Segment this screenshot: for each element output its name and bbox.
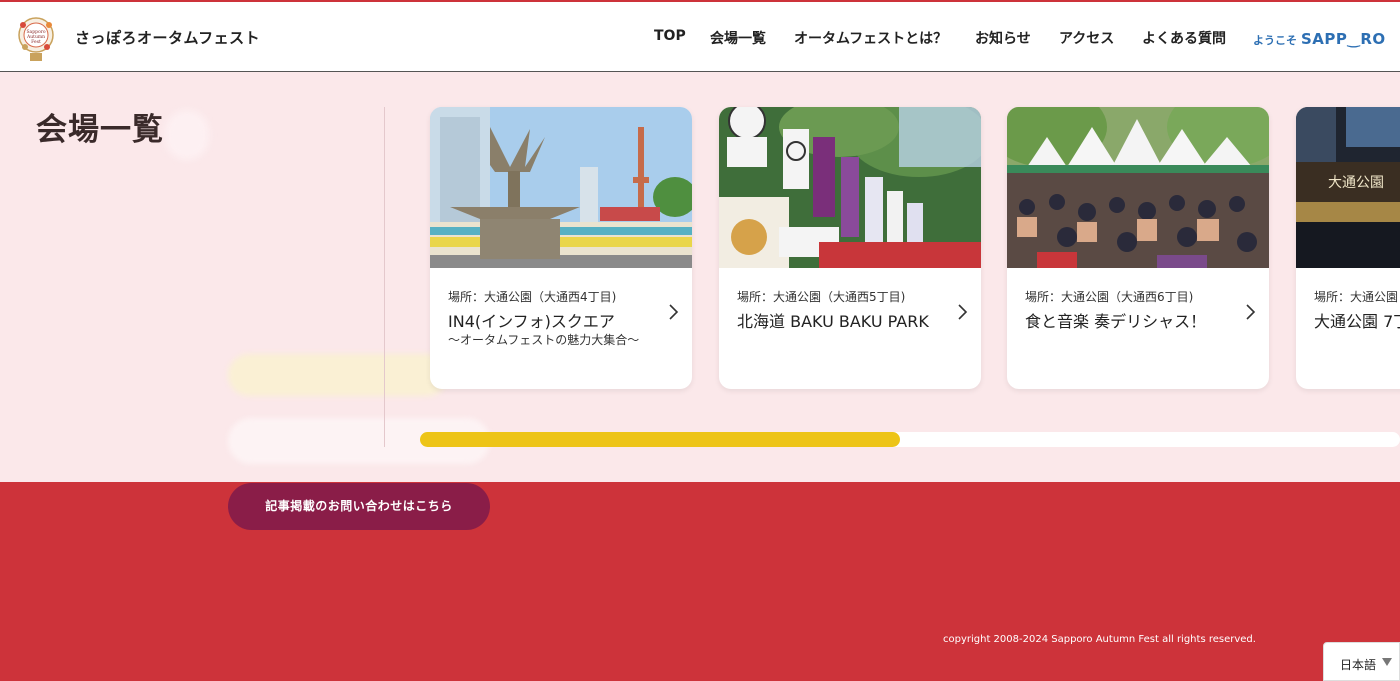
venue-photo-odori-6chome	[1007, 107, 1269, 268]
article-contact-button[interactable]: 記事掲載のお問い合わせはこちら	[228, 483, 490, 530]
venue-list-section: 会場一覧 場所：大通公園（大通西4丁目) IN4(インフォ)スクエア 〜オータム…	[0, 72, 1400, 482]
venue-photo-odori-7chome: 大通公園	[1296, 107, 1400, 268]
chevron-right-icon	[958, 304, 968, 320]
dropdown-arrow-icon	[1382, 658, 1392, 666]
venue-name: 北海道 BAKU BAKU PARK	[737, 312, 929, 331]
nav-item-about[interactable]: オータムフェストとは？	[794, 28, 947, 48]
nav-item-news[interactable]: お知らせ	[975, 28, 1031, 48]
venue-location: 場所：大通公園（大通西4丁目)	[448, 290, 617, 304]
venue-card[interactable]: 場所：大通公園（大通西6丁目) 食と音楽 奏デリシャス！	[1007, 107, 1269, 389]
chevron-right-icon	[1246, 304, 1256, 320]
main-nav: TOP 会場一覧 オータムフェストとは？ お知らせ アクセス よくある質問 よう…	[0, 28, 1400, 50]
welcome-prefix: ようこそ	[1253, 34, 1297, 47]
venue-location: 場所：大通公園	[1314, 290, 1399, 304]
carousel-scrollbar-thumb[interactable]	[420, 432, 900, 447]
venue-location: 場所：大通公園（大通西6丁目)	[1025, 290, 1194, 304]
sapporo-brand-logo: SAPP‿RO	[1301, 30, 1386, 48]
vertical-divider	[384, 107, 385, 447]
nav-item-access[interactable]: アクセス	[1059, 28, 1114, 48]
svg-text:大通公園: 大通公園	[1328, 175, 1384, 191]
venue-card[interactable]: 場所：大通公園（大通西4丁目) IN4(インフォ)スクエア 〜オータムフェストの…	[430, 107, 692, 389]
venue-list-title: 会場一覧	[36, 112, 164, 148]
welcome-sapporo-link[interactable]: ようこそ SAPP‿RO	[1253, 30, 1386, 48]
venue-name: IN4(インフォ)スクエア	[448, 312, 615, 331]
venue-name: 大通公園 7丁	[1314, 312, 1400, 331]
blurred-background-shape	[165, 110, 209, 160]
venue-photo-odori-5chome	[719, 107, 981, 268]
blurred-background-shape	[228, 354, 448, 396]
venue-card[interactable]: 大通公園 場所：大通公園 大通公園 7丁	[1296, 107, 1400, 389]
copyright-text: copyright 2008-2024 Sapporo Autumn Fest …	[943, 634, 1256, 645]
venue-photo-odori-4chome	[430, 107, 692, 268]
venue-name: 食と音楽 奏デリシャス！	[1025, 312, 1207, 331]
language-select[interactable]: 日本語	[1323, 642, 1400, 681]
nav-item-top[interactable]: TOP	[654, 28, 686, 44]
language-label: 日本語	[1340, 658, 1377, 672]
chevron-right-icon	[669, 304, 679, 320]
venue-card[interactable]: 場所：大通公園（大通西5丁目) 北海道 BAKU BAKU PARK	[719, 107, 981, 389]
nav-item-venues[interactable]: 会場一覧	[710, 28, 766, 48]
venue-location: 場所：大通公園（大通西5丁目)	[737, 290, 906, 304]
site-header: Sapporo Autumn Fest さっぽろオータムフェスト TOP 会場一…	[0, 0, 1400, 72]
venue-subtitle: 〜オータムフェストの魅力大集合〜	[448, 333, 640, 347]
nav-item-faq[interactable]: よくある質問	[1142, 28, 1226, 48]
